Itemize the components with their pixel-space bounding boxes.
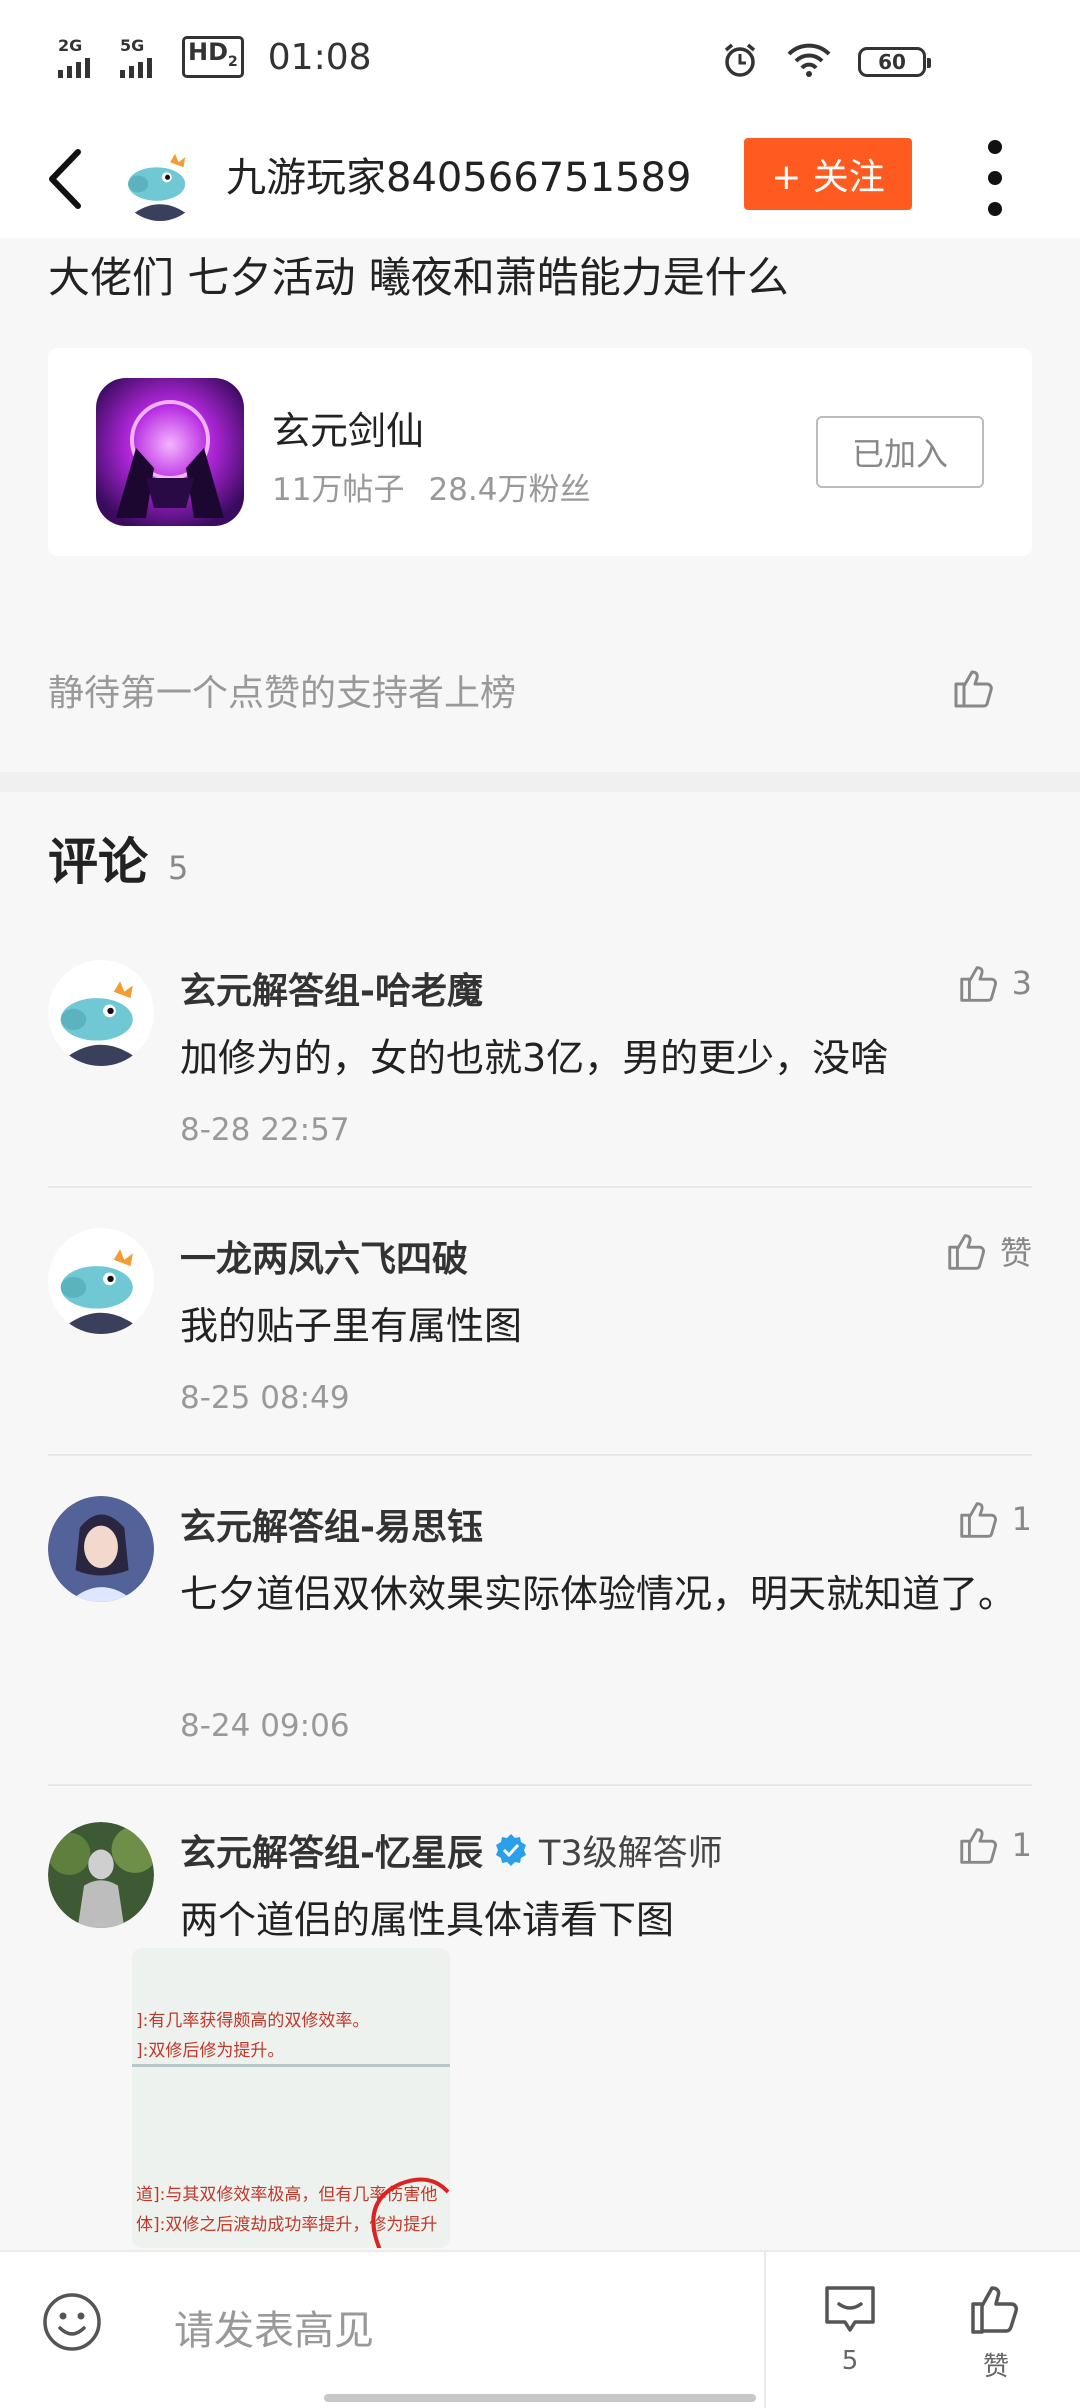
comment-divider: [48, 1186, 1032, 1188]
battery-indicator: 60: [858, 47, 931, 77]
commenter-name[interactable]: 玄元解答组-哈老魔: [180, 962, 483, 1014]
author-avatar[interactable]: [118, 137, 202, 221]
like-post-button[interactable]: 赞: [946, 2280, 1046, 2383]
thumbs-up-icon: [959, 1502, 997, 1538]
forum-fan-count: 28.4万粉丝: [428, 472, 591, 508]
post-header: 九游玩家840566751589 + 关注: [0, 120, 1080, 238]
comment-text: 我的贴子里有属性图: [180, 1304, 523, 1348]
commenter-title-tag: T3级解答师: [538, 1833, 723, 1874]
forum-name: 玄元剑仙: [272, 409, 425, 453]
thumbs-up-icon: [959, 966, 997, 1002]
status-time: 01:08: [267, 36, 372, 78]
commenter-name[interactable]: 一龙两凤六飞四破: [180, 1230, 468, 1282]
forum-post-count: 11万帖子: [272, 472, 405, 508]
comments-count: 5: [168, 849, 189, 887]
alarm-icon: [720, 40, 760, 84]
thumbs-up-icon: [948, 1234, 985, 1270]
comment-input[interactable]: 请发表高见: [174, 2298, 374, 2356]
home-indicator[interactable]: [324, 2394, 756, 2402]
thumbs-up-icon: [971, 2286, 1018, 2334]
comment-item: 玄元解答组-易思钰 1 七夕道侣双休效果实际体验情况，明天就知道了。 8-24 …: [48, 1496, 1032, 1786]
more-options-icon[interactable]: [980, 140, 1010, 216]
comment-divider: [48, 1454, 1032, 1456]
comments-title: 评论: [48, 833, 148, 891]
section-divider: [0, 772, 1080, 792]
commenter-avatar[interactable]: [48, 960, 154, 1066]
comment-time: 8-28 22:57: [180, 1112, 350, 1148]
comment-item: 玄元解答组-哈老魔 3 加修为的，女的也就3亿，男的更少，没啥 8-28 22:…: [48, 960, 1032, 1190]
comment-time: 8-25 08:49: [180, 1380, 350, 1416]
commenter-name[interactable]: 玄元解答组-忆星辰 T3级解答师: [180, 1824, 723, 1876]
hd-voice-icon: HD2: [182, 36, 244, 78]
commenter-name[interactable]: 玄元解答组-易思钰: [180, 1498, 483, 1550]
commenter-avatar[interactable]: [48, 1822, 154, 1928]
comment-like-button[interactable]: 1: [956, 1822, 1032, 1868]
wifi-icon: [786, 42, 832, 82]
post-title: 大佬们 七夕活动 曦夜和萧皓能力是什么: [48, 253, 789, 302]
comment-divider: [48, 1784, 1032, 1786]
supporter-text: 静待第一个点赞的支持者上榜: [48, 673, 517, 714]
follow-button[interactable]: + 关注: [744, 138, 912, 210]
comment-count-button[interactable]: 5: [800, 2280, 900, 2376]
verified-badge-icon: [495, 1834, 526, 1866]
comment-like-button[interactable]: 赞: [944, 1228, 1032, 1274]
forum-card[interactable]: 玄元剑仙 11万帖子 28.4万粉丝 已加入: [48, 348, 1032, 556]
comment-like-button[interactable]: 1: [956, 1496, 1032, 1542]
comment-item: 一龙两凤六飞四破 赞 我的贴子里有属性图 8-25 08:49: [48, 1228, 1032, 1458]
comment-bubble-icon: [825, 2286, 875, 2332]
commenter-avatar[interactable]: [48, 1228, 154, 1334]
comment-text: 两个道侣的属性具体请看下图: [180, 1898, 675, 1942]
signal-2g-icon: 2G: [58, 36, 110, 78]
author-name[interactable]: 九游玩家840566751589: [226, 150, 691, 206]
thumbs-up-icon[interactable]: [950, 664, 998, 712]
comment-attached-image[interactable]: ]:有几率获得颇高的双修效率。 ]:双修后修为提升。 道]:与其双修效率极高，但…: [132, 1948, 450, 2248]
comment-time: 8-24 09:06: [180, 1708, 350, 1744]
forum-game-icon: [96, 378, 244, 526]
comment-text: 加修为的，女的也就3亿，男的更少，没啥: [180, 1036, 889, 1080]
signal-5g-icon: 5G: [120, 36, 172, 78]
supporter-row: 静待第一个点赞的支持者上榜: [0, 630, 1080, 750]
status-bar: 2G 5G HD2 01:08 60: [0, 0, 1080, 120]
joined-button[interactable]: 已加入: [816, 416, 984, 488]
comments-header: 评论 5: [48, 822, 188, 894]
thumbs-up-icon: [959, 1828, 997, 1864]
comment-like-button[interactable]: 3: [956, 960, 1032, 1006]
bottom-bar: 请发表高见 5 赞: [0, 2250, 1080, 2408]
emoji-icon[interactable]: [40, 2290, 104, 2354]
forum-stats: 11万帖子 28.4万粉丝: [272, 464, 590, 509]
comment-text: 七夕道侣双休效果实际体验情况，明天就知道了。: [180, 1572, 1017, 1616]
commenter-avatar[interactable]: [48, 1496, 154, 1602]
back-arrow-icon[interactable]: [40, 144, 100, 214]
